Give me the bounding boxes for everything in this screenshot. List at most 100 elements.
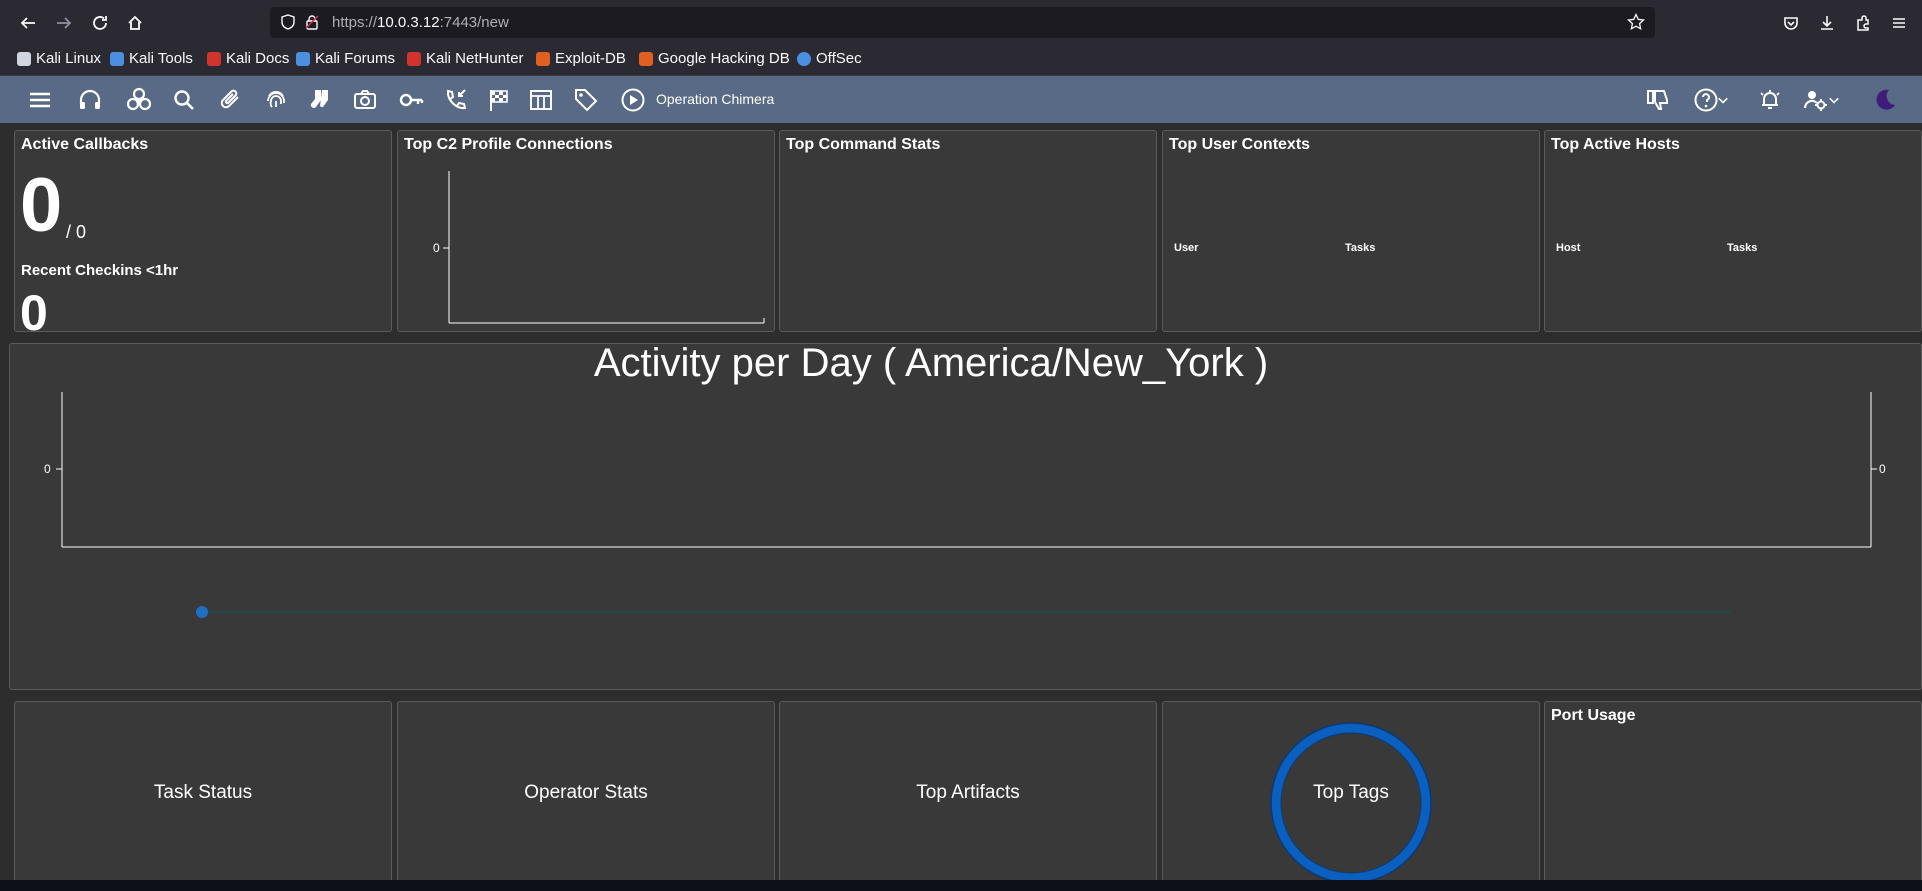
activity-chart: Activity per Day ( America/New_York ) 0 …: [44, 344, 1886, 618]
phone-callback-icon[interactable]: [442, 86, 470, 114]
active-callbacks-total: / 0: [66, 222, 87, 242]
settings-icon[interactable]: [1801, 86, 1829, 114]
activity-title: Activity per Day ( America/New_York ): [594, 344, 1268, 385]
star-icon[interactable]: [1627, 12, 1645, 36]
card-top-command-stats: Top Command Stats: [779, 130, 1157, 332]
c2-chart: 0: [433, 171, 765, 324]
camera-icon[interactable]: [351, 86, 379, 114]
bookmark-google-hacking-db[interactable]: Google Hacking DB: [639, 50, 790, 67]
bookmark-label: Kali Tools: [129, 50, 193, 67]
forward-icon[interactable]: [51, 10, 77, 36]
biohazard-icon[interactable]: [125, 86, 153, 114]
bookmark-label: Kali Forums: [315, 50, 396, 67]
card-top-tags: Top Tags: [1162, 701, 1540, 883]
app-topbar: Operation Chimera: [0, 75, 1922, 124]
c2-y-tick-label: 0: [433, 241, 440, 255]
bookmark-label: Exploit-DB: [555, 50, 626, 67]
url-bar[interactable]: https://10.0.3.12:7443/new: [270, 7, 1655, 38]
tag-icon[interactable]: [572, 86, 600, 114]
card-task-status: Task Status: [14, 701, 392, 883]
bookmark-kali-docs[interactable]: Kali Docs: [207, 50, 289, 67]
bookmark-exploit-db[interactable]: Exploit-DB: [536, 50, 626, 67]
flag-icon[interactable]: [485, 86, 513, 114]
card-top-active-hosts: Top Active Hosts Host Tasks: [1544, 130, 1922, 332]
bookmark-kali-forums[interactable]: Kali Forums: [296, 50, 395, 67]
top-artifacts-title: Top Artifacts: [916, 782, 1020, 803]
column-header-user[interactable]: User: [1174, 242, 1198, 254]
extensions-icon[interactable]: [1850, 10, 1876, 36]
card-title: Top User Contexts: [1169, 136, 1311, 153]
chevron-down-icon[interactable]: [1716, 86, 1730, 114]
bookmark-label: Google Hacking DB: [658, 50, 790, 67]
fingerprint-icon[interactable]: [262, 86, 290, 114]
offsec-icon: [797, 51, 811, 66]
bookmark-kali-nethunter[interactable]: Kali NetHunter: [407, 50, 524, 67]
kali-nethunter-icon: [407, 51, 421, 66]
column-header-host[interactable]: Host: [1556, 242, 1580, 254]
card-title: Top Active Hosts: [1551, 136, 1680, 153]
socks-icon[interactable]: [306, 86, 334, 114]
recent-checkins-label: Recent Checkins <1hr: [21, 262, 179, 279]
card-top-user-contexts: Top User Contexts User Tasks: [1162, 130, 1540, 332]
alerts-icon[interactable]: [1756, 86, 1784, 114]
bookmark-offsec[interactable]: OffSec: [797, 50, 862, 67]
bookmark-label: Kali Linux: [36, 50, 102, 67]
back-icon[interactable]: [15, 10, 41, 36]
column-header-tasks[interactable]: Tasks: [1345, 242, 1375, 254]
activity-brush-handle: [196, 606, 208, 618]
bookmark-label: OffSec: [816, 50, 862, 67]
card-top-c2-profile: Top C2 Profile Connections 0: [397, 130, 775, 332]
download-icon[interactable]: [1814, 10, 1840, 36]
url-host: 10.0.3.12: [377, 14, 440, 31]
pocket-icon[interactable]: [1778, 10, 1804, 36]
dashboard: Active Callbacks 0 / 0 Recent Checkins <…: [0, 123, 1922, 883]
kali-forums-icon: [296, 51, 310, 66]
operation-name[interactable]: Operation Chimera: [656, 91, 774, 107]
bookmark-kali-tools[interactable]: Kali Tools: [110, 50, 193, 67]
column-header-tasks[interactable]: Tasks: [1727, 242, 1757, 254]
paperclip-icon[interactable]: [216, 86, 244, 114]
search-icon[interactable]: [170, 86, 198, 114]
card-port-usage: Port Usage: [1544, 701, 1922, 883]
operator-stats-title: Operator Stats: [524, 782, 648, 803]
browser-toolbar: https://10.0.3.12:7443/new: [0, 0, 1922, 45]
url-prefix: https://: [332, 14, 378, 31]
kali-tools-icon: [110, 51, 124, 66]
lock-icon[interactable]: [304, 14, 320, 35]
exploit-db-icon: [536, 51, 550, 66]
bookmarks-bar: Kali Linux Kali Tools Kali Docs Kali For…: [0, 45, 1922, 75]
menu-icon[interactable]: [26, 86, 54, 114]
moon-icon[interactable]: [1870, 86, 1898, 114]
bookmark-kali-linux[interactable]: Kali Linux: [17, 50, 101, 67]
url-rest: :7443/new: [439, 14, 509, 31]
thumbs-down-icon[interactable]: [1644, 86, 1672, 114]
kali-docs-icon: [207, 51, 221, 66]
recent-checkins-count: 0: [20, 285, 48, 341]
desktop-taskbar: [0, 880, 1922, 891]
table-icon[interactable]: [527, 86, 555, 114]
top-tags-title: Top Tags: [1313, 782, 1389, 803]
kali-linux-icon: [17, 51, 31, 66]
home-icon[interactable]: [122, 10, 148, 36]
card-operator-stats: Operator Stats: [397, 701, 775, 883]
bookmark-label: Kali Docs: [226, 50, 290, 67]
card-top-artifacts: Top Artifacts: [779, 701, 1157, 883]
hamburger-menu-icon[interactable]: [1886, 10, 1912, 36]
active-callbacks-count: 0: [20, 163, 63, 248]
url-text: https://10.0.3.12:7443/new: [332, 14, 509, 31]
card-title: Active Callbacks: [21, 136, 149, 153]
headphones-icon[interactable]: [76, 86, 104, 114]
play-icon[interactable]: [619, 86, 647, 114]
reload-icon[interactable]: [87, 10, 113, 36]
shield-icon[interactable]: [280, 14, 296, 35]
key-icon[interactable]: [397, 86, 425, 114]
card-activity-per-day: Activity per Day ( America/New_York ) 0 …: [9, 343, 1922, 690]
bookmark-label: Kali NetHunter: [426, 50, 524, 67]
activity-y-tick-label-left: 0: [44, 462, 51, 476]
card-active-callbacks: Active Callbacks 0 / 0 Recent Checkins <…: [14, 130, 392, 338]
activity-y-tick-label-right: 0: [1879, 462, 1886, 476]
chevron-down-icon[interactable]: [1827, 86, 1841, 114]
card-title: Port Usage: [1551, 707, 1636, 724]
ghdb-icon: [639, 51, 653, 66]
task-status-title: Task Status: [153, 782, 253, 803]
